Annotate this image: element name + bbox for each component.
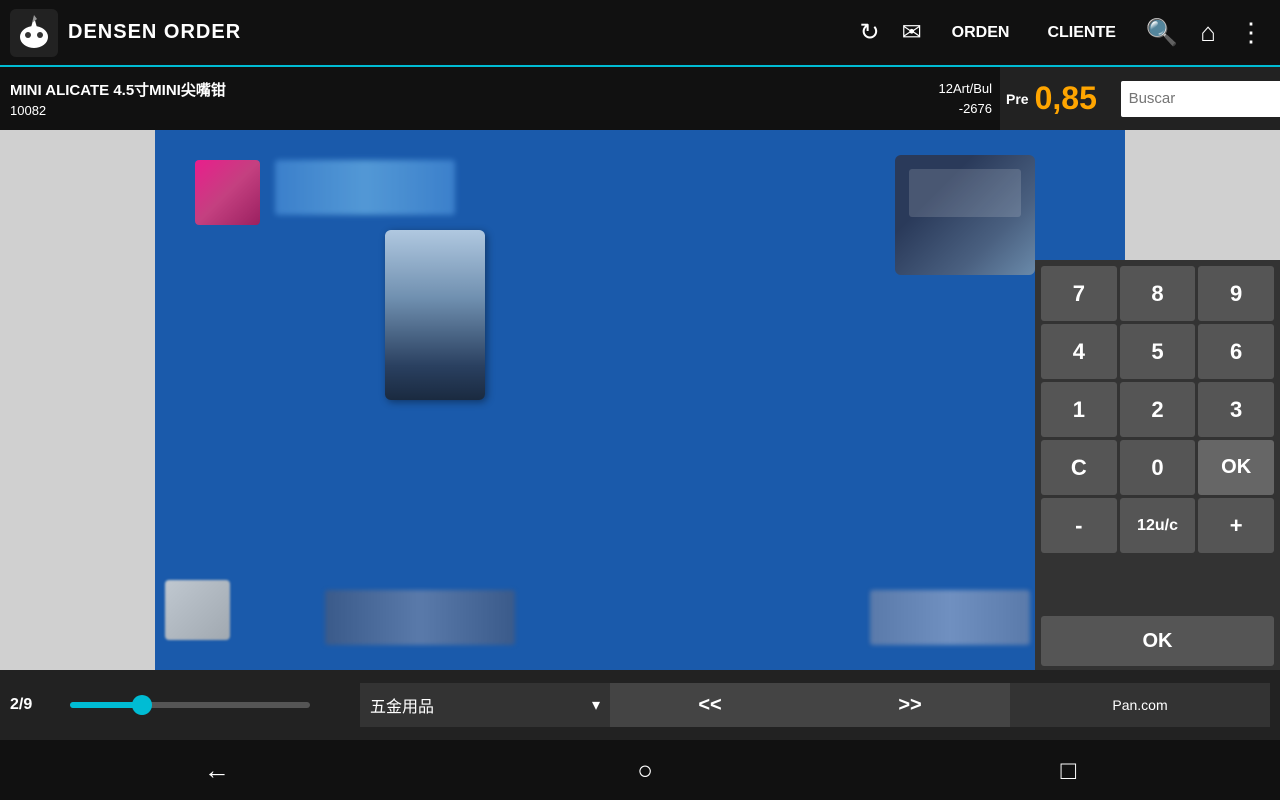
price-search-bar: Pre 0,85 Buscar xyxy=(1000,67,1280,130)
android-home-icon[interactable]: ○ xyxy=(637,755,653,786)
cliente-button[interactable]: CLIENTE xyxy=(1033,18,1129,48)
numpad-9[interactable]: 9 xyxy=(1198,266,1274,321)
ok-bottom-button[interactable]: OK xyxy=(1041,616,1274,666)
mail-icon[interactable]: ✉ xyxy=(896,12,928,53)
product-thumbnail-bottom-center xyxy=(325,590,515,645)
numpad-8[interactable]: 8 xyxy=(1120,266,1196,321)
numpad-plus[interactable]: + xyxy=(1198,498,1274,553)
left-panel xyxy=(0,130,155,670)
android-nav: ← ○ □ xyxy=(0,740,1280,800)
page-counter: 2/9 xyxy=(10,696,60,714)
orden-button[interactable]: ORDEN xyxy=(938,18,1024,48)
app-title: DENSEN ORDER xyxy=(68,21,241,44)
numpad-units[interactable]: 12u/c xyxy=(1120,498,1196,553)
pan-button[interactable]: Pan.com xyxy=(1010,683,1270,727)
refresh-icon[interactable]: ↻ xyxy=(853,12,885,53)
slider-area[interactable] xyxy=(60,702,360,708)
numpad-panel: 7 8 9 4 5 6 1 2 3 C 0 OK - 12u/c + OK xyxy=(1035,260,1280,672)
bottom-nav: 2/9 五金用品 ▾ << >> Pan.com xyxy=(0,670,1280,740)
product-text-blurred xyxy=(275,160,455,215)
category-label: 五金用品 xyxy=(370,693,434,717)
more-icon[interactable]: ⋮ xyxy=(1232,11,1270,54)
product-bar: MINI ALICATE 4.5寸MINI尖嘴钳 10082 12Art/Bul… xyxy=(0,65,1280,130)
topbar: DENSEN ORDER ↻ ✉ ORDEN CLIENTE 🔍 ⌂ ⋮ xyxy=(0,0,1280,65)
slider-fill xyxy=(70,702,140,708)
numpad-row-4: C 0 OK xyxy=(1041,440,1274,495)
numpad-ok[interactable]: OK xyxy=(1198,440,1274,495)
logo-area: DENSEN ORDER xyxy=(10,9,241,57)
recent-apps-icon[interactable]: □ xyxy=(1061,755,1077,786)
product-qty-line2: -2676 xyxy=(959,99,992,119)
search-icon[interactable]: 🔍 xyxy=(1140,11,1184,54)
main-content: 7 8 9 4 5 6 1 2 3 C 0 OK - 12u/c + OK xyxy=(0,130,1280,670)
dropdown-arrow-icon: ▾ xyxy=(592,695,600,715)
slider-track[interactable] xyxy=(70,702,310,708)
numpad-7[interactable]: 7 xyxy=(1041,266,1117,321)
price-value: 0,85 xyxy=(1035,80,1115,117)
buscar-input[interactable] xyxy=(1121,81,1280,117)
numpad-2[interactable]: 2 xyxy=(1120,382,1196,437)
numpad-row-3: 1 2 3 xyxy=(1041,382,1274,437)
product-info: MINI ALICATE 4.5寸MINI尖嘴钳 10082 xyxy=(0,67,870,130)
category-dropdown[interactable]: 五金用品 ▾ xyxy=(360,683,610,727)
product-qty-line1: 12Art/Bul xyxy=(939,79,992,99)
prev-button[interactable]: << xyxy=(610,683,810,727)
numpad-4[interactable]: 4 xyxy=(1041,324,1117,379)
numpad-row-1: 7 8 9 xyxy=(1041,266,1274,321)
slider-thumb[interactable] xyxy=(132,695,152,715)
product-thumbnail-pink xyxy=(195,160,260,225)
pre-label: Pre xyxy=(1006,91,1029,107)
numpad-row-units: - 12u/c + xyxy=(1041,498,1274,553)
home-icon[interactable]: ⌂ xyxy=(1194,11,1222,54)
next-button[interactable]: >> xyxy=(810,683,1010,727)
product-box-right xyxy=(895,155,1035,275)
product-thumbnail-bottom-right xyxy=(870,590,1030,645)
numpad-minus[interactable]: - xyxy=(1041,498,1117,553)
numpad-3[interactable]: 3 xyxy=(1198,382,1274,437)
numpad-clear[interactable]: C xyxy=(1041,440,1117,495)
product-thumbnail-bottom-left xyxy=(165,580,230,640)
logo-icon xyxy=(10,9,58,57)
numpad-0[interactable]: 0 xyxy=(1120,440,1196,495)
numpad-6[interactable]: 6 xyxy=(1198,324,1274,379)
product-image-area xyxy=(155,130,1125,670)
back-icon[interactable]: ← xyxy=(204,755,230,786)
numpad-1[interactable]: 1 xyxy=(1041,382,1117,437)
product-image-panel xyxy=(155,130,1125,670)
numpad-row-2: 4 5 6 xyxy=(1041,324,1274,379)
product-center-item xyxy=(385,230,485,400)
numpad-5[interactable]: 5 xyxy=(1120,324,1196,379)
product-code: 10082 xyxy=(10,103,860,118)
product-name: MINI ALICATE 4.5寸MINI尖嘴钳 xyxy=(10,79,860,100)
